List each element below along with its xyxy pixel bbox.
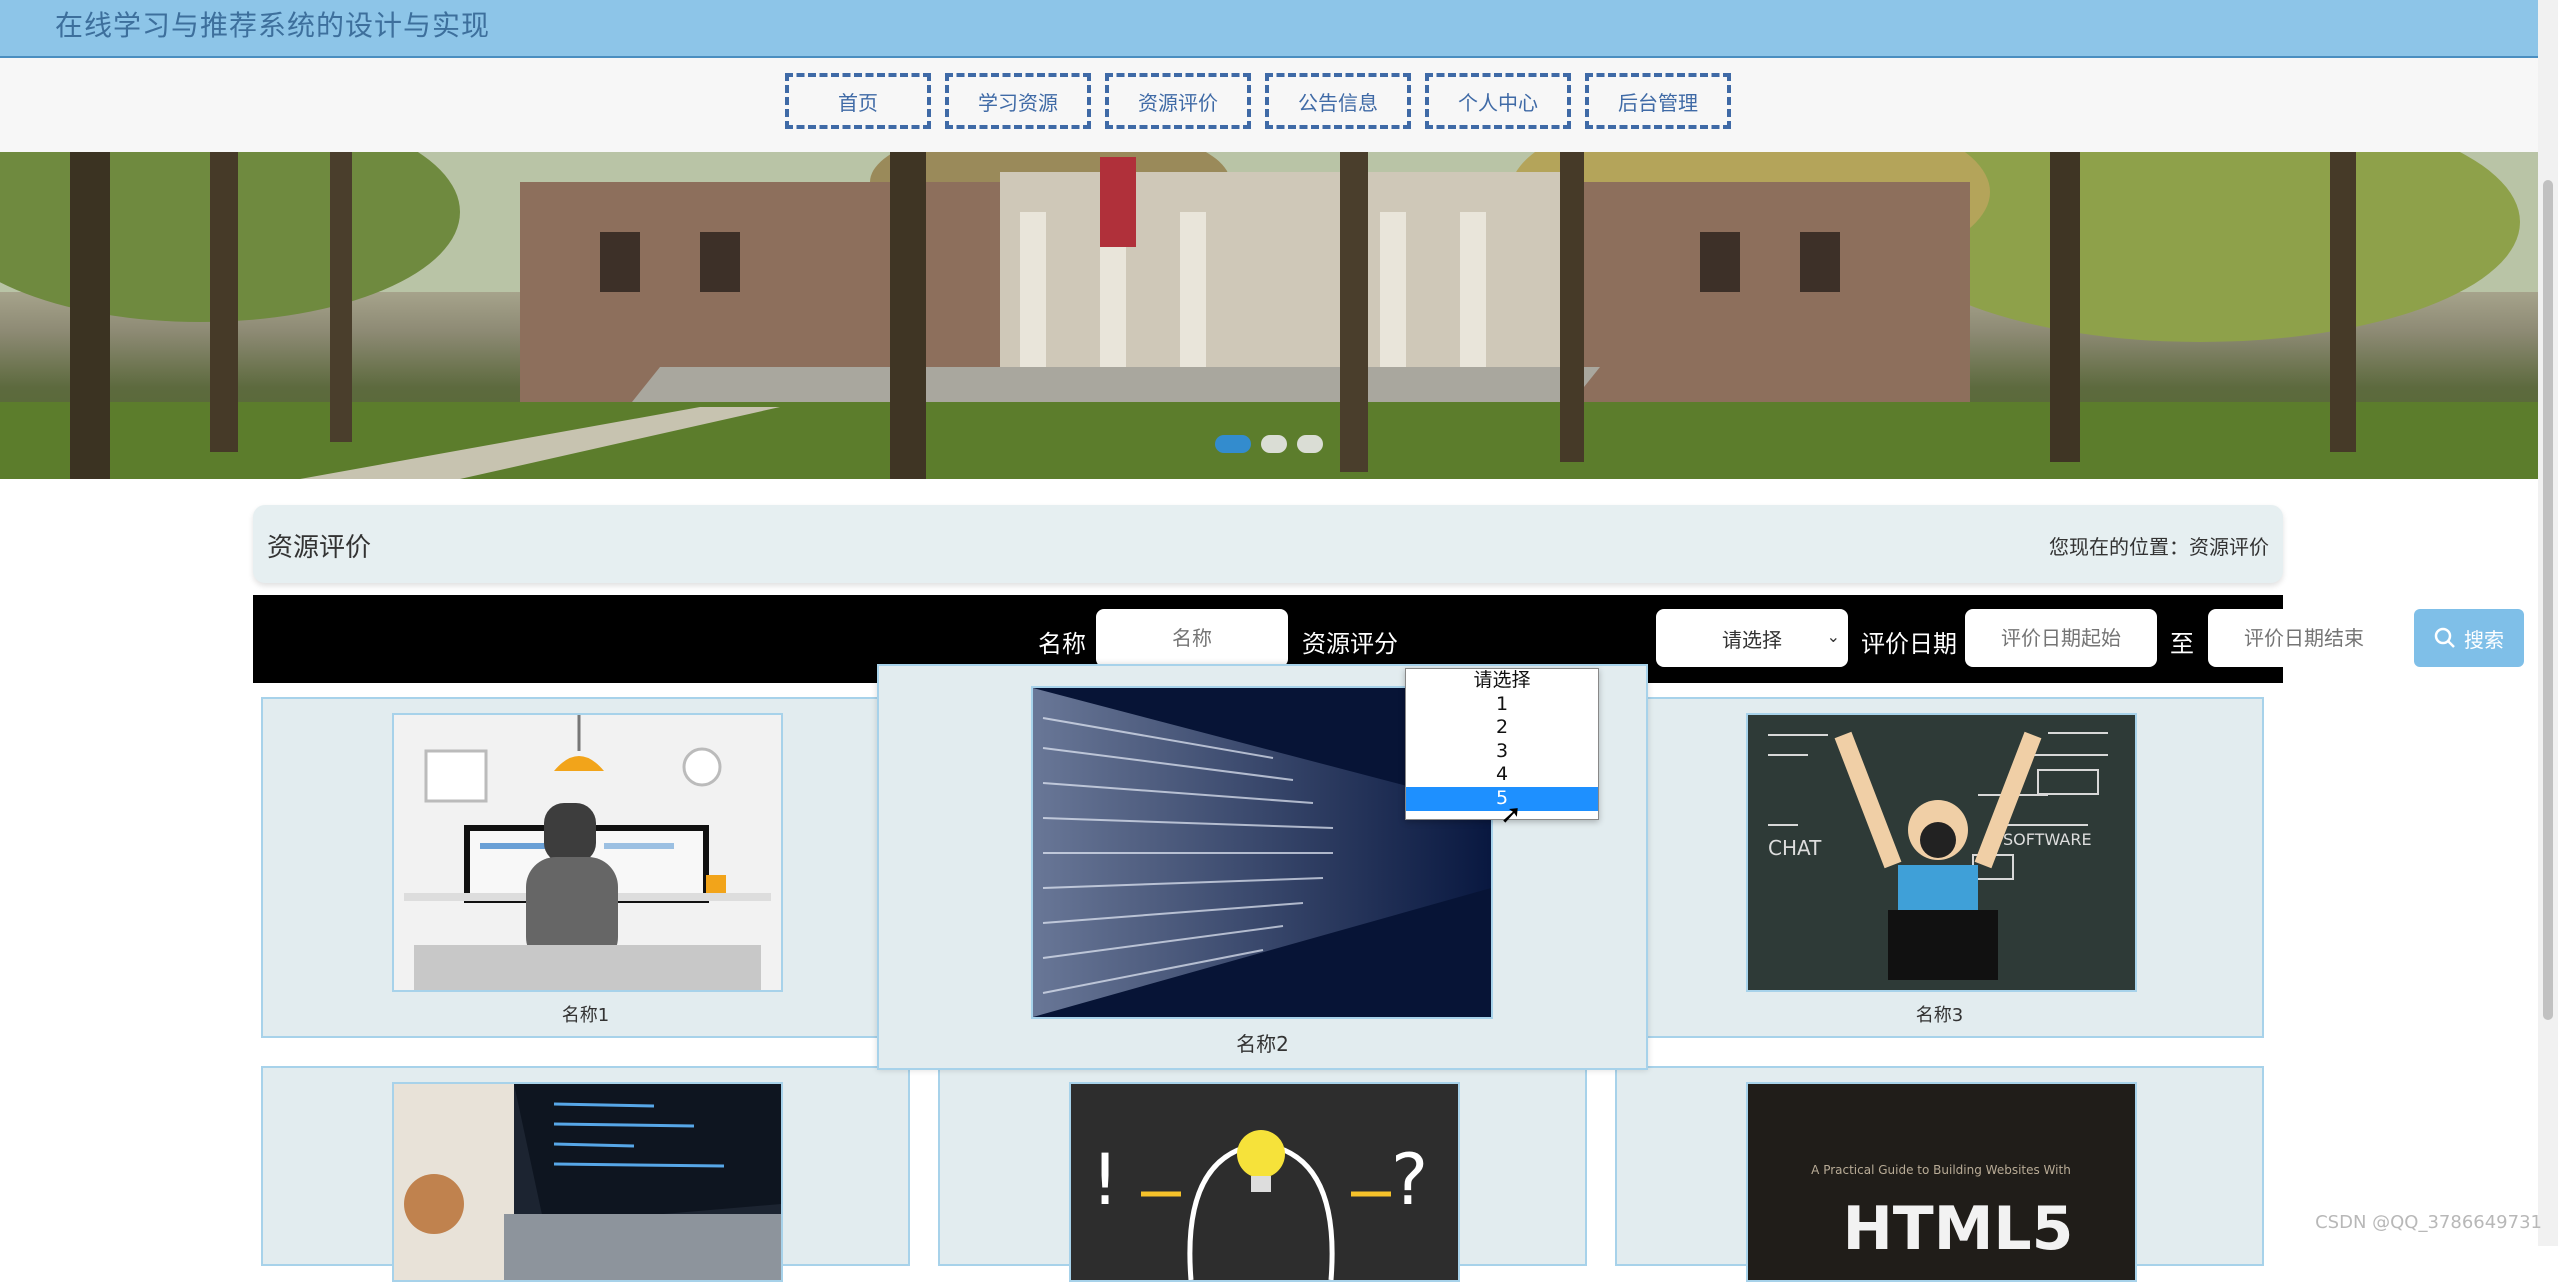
banner-carousel[interactable] xyxy=(0,152,2538,479)
campus-banner-image xyxy=(0,152,2538,479)
page-title: 资源评价 xyxy=(267,533,372,563)
nav-admin[interactable]: 后台管理 xyxy=(1585,73,1731,129)
svg-text:CHAT: CHAT xyxy=(1768,836,1822,860)
search-icon xyxy=(2434,627,2455,648)
carousel-dot-3[interactable] xyxy=(1297,435,1323,453)
top-header: 在线学习与推荐系统的设计与实现 xyxy=(0,0,2538,58)
date-label: 评价日期 xyxy=(1861,630,1957,658)
card5-cover-title: HTML5 xyxy=(1843,1194,2074,1264)
mouse-cursor-icon: ➚ xyxy=(1500,800,1522,830)
nav-resource-reviews[interactable]: 资源评价 xyxy=(1105,73,1251,129)
card-caption: 名称1 xyxy=(561,1005,610,1026)
rating-label: 资源评分 xyxy=(1302,630,1398,658)
main-nav: 首页 学习资源 资源评价 公告信息 个人中心 后台管理 xyxy=(0,58,2538,152)
chevron-down-icon: ⌄ xyxy=(1826,627,1840,646)
name-label: 名称 xyxy=(1038,630,1086,658)
name-input[interactable] xyxy=(1096,609,1288,667)
resource-card[interactable]: CHAT SOFTWARE 名称3 xyxy=(1615,697,2264,1038)
svg-text:!: ! xyxy=(1091,1139,1119,1221)
card-image xyxy=(392,1082,783,1282)
search-button-label: 搜索 xyxy=(2464,627,2504,652)
rating-select[interactable]: 请选择 ⌄ xyxy=(1656,609,1848,667)
card-image xyxy=(392,713,783,992)
rating-select-value: 请选择 xyxy=(1722,627,1782,652)
resource-card[interactable]: ! ? xyxy=(938,1066,1587,1282)
card5-cover-subtitle: A Practical Guide to Building Websites W… xyxy=(1811,1163,2071,1177)
rating-option[interactable]: 2 xyxy=(1406,716,1598,740)
svg-text:?: ? xyxy=(1391,1139,1428,1221)
to-label: 至 xyxy=(2170,630,2194,658)
resource-card[interactable]: A Practical Guide to Building Websites W… xyxy=(1615,1066,2264,1282)
nav-learning-resources[interactable]: 学习资源 xyxy=(945,73,1091,129)
svg-text:SOFTWARE: SOFTWARE xyxy=(2003,830,2092,849)
page-heading: 资源评价 您现在的位置：资源评价 xyxy=(253,505,2283,583)
search-button[interactable]: 搜索 xyxy=(2414,609,2524,667)
nav-home[interactable]: 首页 xyxy=(785,73,931,129)
rating-option[interactable]: 请选择 xyxy=(1406,669,1598,693)
nav-personal-center[interactable]: 个人中心 xyxy=(1425,73,1571,129)
card-caption: 名称3 xyxy=(1915,1005,1964,1026)
rating-option[interactable]: 1 xyxy=(1406,693,1598,717)
card-image: A Practical Guide to Building Websites W… xyxy=(1746,1082,2137,1282)
nav-announcements[interactable]: 公告信息 xyxy=(1265,73,1411,129)
card-caption: 名称2 xyxy=(1236,1032,1289,1056)
carousel-indicators xyxy=(1215,435,1323,453)
watermark: CSDN @QQ_3786649731 xyxy=(2315,1212,2542,1233)
card-image: CHAT SOFTWARE xyxy=(1746,713,2137,992)
carousel-dot-1[interactable] xyxy=(1215,435,1251,453)
rating-option[interactable]: 3 xyxy=(1406,740,1598,764)
page-scrollbar[interactable] xyxy=(2538,0,2558,1246)
rating-option[interactable]: 4 xyxy=(1406,763,1598,787)
date-start-input[interactable] xyxy=(1965,609,2157,667)
rating-dropdown-list: 请选择 1 2 3 4 5 xyxy=(1405,668,1599,820)
carousel-dot-2[interactable] xyxy=(1261,435,1287,453)
card-image: ! ? xyxy=(1069,1082,1460,1282)
resource-card[interactable] xyxy=(261,1066,910,1282)
scrollbar-thumb[interactable] xyxy=(2543,180,2553,1020)
site-title: 在线学习与推荐系统的设计与实现 xyxy=(55,9,491,42)
breadcrumb: 您现在的位置：资源评价 xyxy=(2049,535,2269,559)
resource-card[interactable]: 名称1 xyxy=(261,697,910,1038)
date-end-input[interactable] xyxy=(2208,609,2400,667)
